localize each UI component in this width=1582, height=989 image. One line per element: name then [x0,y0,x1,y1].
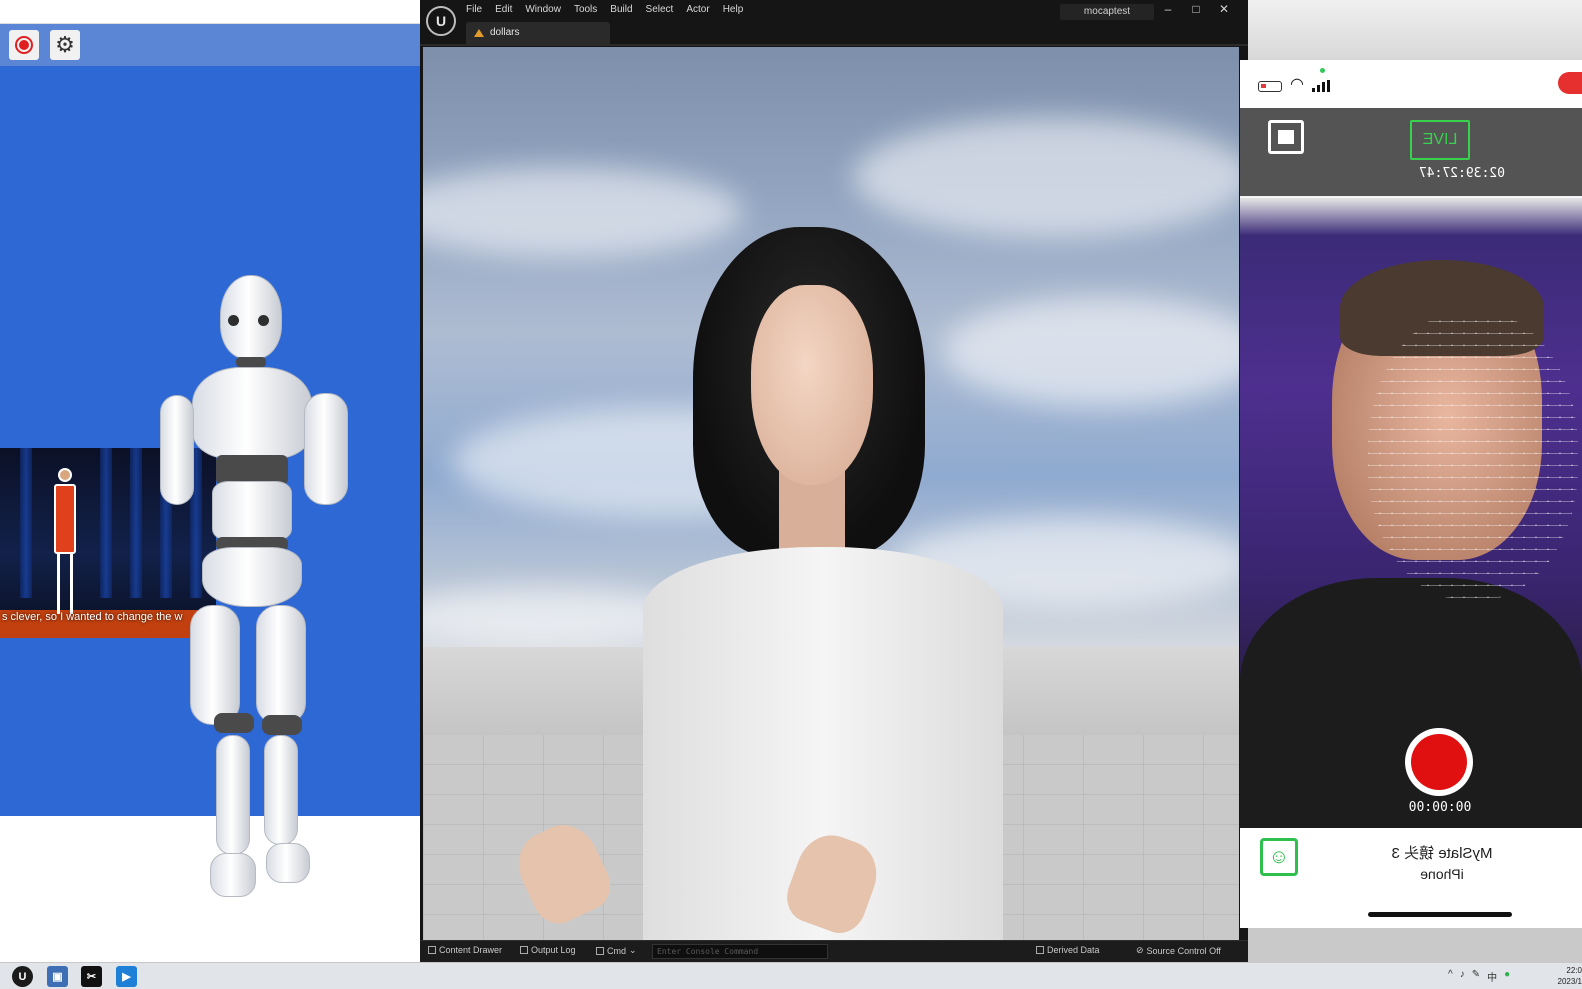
derived-data-button[interactable]: Derived Data [1036,945,1100,955]
slate-name[interactable]: MySlate 镜头 3 [1372,842,1512,863]
battery-icon [1258,81,1282,92]
phone-mirror: ◠ 47 LIVE 02:39:27:47 00:00:00 ☺ MySlate… [1240,60,1582,928]
derived-data-label: Derived Data [1047,945,1100,955]
phone-status-bar: ◠ 47 [1240,60,1582,108]
output-log-icon [520,946,528,954]
terminal-icon [596,946,604,955]
wifi-icon: ◠ [1290,76,1304,93]
clock-time: 22:0 [1566,966,1582,975]
mocap-app-window: ⚙ s clever, so I wanted to change the w [0,0,420,962]
wechat-icon[interactable]: ● [1504,969,1510,984]
live-button[interactable]: LIVE [1410,120,1470,160]
camera-feed: 00:00:00 [1240,198,1582,828]
menu-help[interactable]: Help [723,4,754,15]
cmd-label: Cmd [607,945,627,956]
source-control-button[interactable]: ⊘ Source Control Off [1136,945,1221,956]
level-tab[interactable]: dollars [466,22,610,44]
unreal-logo-icon[interactable]: U [426,6,456,36]
source-control-label: Source Control Off [1146,945,1221,956]
menu-tools[interactable]: Tools [574,4,607,15]
content-drawer-label: Content Drawer [439,945,503,955]
unreal-editor-window: U File Edit Window Tools Build Select Ac… [420,0,1248,962]
output-log-button[interactable]: Output Log [520,945,576,955]
close-icon[interactable]: ✕ [1214,2,1234,16]
record-icon [15,36,33,54]
taskbar-clock[interactable]: 22:0 2023/1 [1546,965,1582,987]
windows-taskbar: U ▣ ✂ ▶ ^ ♪ ✎ 中 ● 22:0 2023/1 [0,962,1582,989]
pen-icon[interactable]: ✎ [1472,969,1480,984]
cmd-dropdown[interactable]: Cmd ⌄ [596,945,637,956]
volume-icon[interactable]: ♪ [1460,969,1465,984]
menu-file[interactable]: File [466,4,492,15]
content-drawer-button[interactable]: Content Drawer [428,945,502,955]
record-take-button[interactable] [1405,728,1473,796]
settings-button[interactable]: ⚙ [50,30,80,60]
capcut-taskbar-icon[interactable]: ✂ [81,966,102,987]
home-indicator[interactable] [1368,912,1512,917]
output-log-label: Output Log [531,945,576,955]
menu-actor[interactable]: Actor [686,4,719,15]
unreal-status-bar: Content Drawer Output Log Cmd ⌄ Enter Co… [420,940,1248,962]
app-taskbar-icon[interactable]: ▣ [47,966,68,987]
source-control-off-icon: ⊘ [1136,945,1144,955]
device-name: iPhone [1420,866,1464,882]
timecode: 02:39:27:47 [1418,166,1505,181]
level-tab-label: dollars [490,27,520,38]
clock-date: 2023/1 [1557,977,1582,986]
metahuman-avatar [507,227,1083,940]
video-frame-icon[interactable] [1268,120,1304,154]
maximize-icon[interactable]: □ [1186,2,1206,16]
menu-edit[interactable]: Edit [495,4,522,15]
record-button[interactable] [9,30,39,60]
chevron-down-icon: ⌄ [629,945,637,955]
menu-build[interactable]: Build [610,4,642,15]
menu-select[interactable]: Select [646,4,684,15]
level-icon [474,29,484,37]
minimize-icon[interactable]: – [1158,2,1178,16]
face-tracking-icon[interactable]: ☺ [1260,838,1298,876]
left-app-titlebar [0,0,420,24]
ime-icon[interactable]: 中 [1487,969,1497,984]
console-command-input[interactable]: Enter Console Command [652,944,828,959]
chevron-up-icon[interactable]: ^ [1448,969,1453,984]
project-name: mocaptest [1060,4,1154,20]
face-tracking-mesh [1368,310,1578,600]
presenter-skeleton [48,468,82,628]
desktop-background [1248,0,1582,60]
phone-header: LIVE 02:39:27:47 [1240,108,1582,196]
signal-icon [1312,80,1330,92]
gear-icon: ⚙ [55,32,75,57]
status-time: 47 [1558,72,1582,94]
left-app-toolbar: ⚙ [0,24,420,66]
derived-data-icon [1036,946,1044,954]
system-tray: ^ ♪ ✎ 中 ● [1448,969,1510,984]
unreal-taskbar-icon[interactable]: U [12,966,33,987]
camera-indicator-dot [1320,68,1325,73]
record-time: 00:00:00 [1408,800,1472,815]
player-taskbar-icon[interactable]: ▶ [116,966,137,987]
unreal-titlebar: U File Edit Window Tools Build Select Ac… [420,0,1248,46]
mocap-mannequin [150,275,360,915]
phone-footer: ☺ MySlate 镜头 3 iPhone [1240,828,1582,928]
level-viewport[interactable] [423,47,1239,940]
content-drawer-icon [428,946,436,954]
unreal-menu-bar: File Edit Window Tools Build Select Acto… [466,4,756,15]
menu-window[interactable]: Window [525,4,571,15]
